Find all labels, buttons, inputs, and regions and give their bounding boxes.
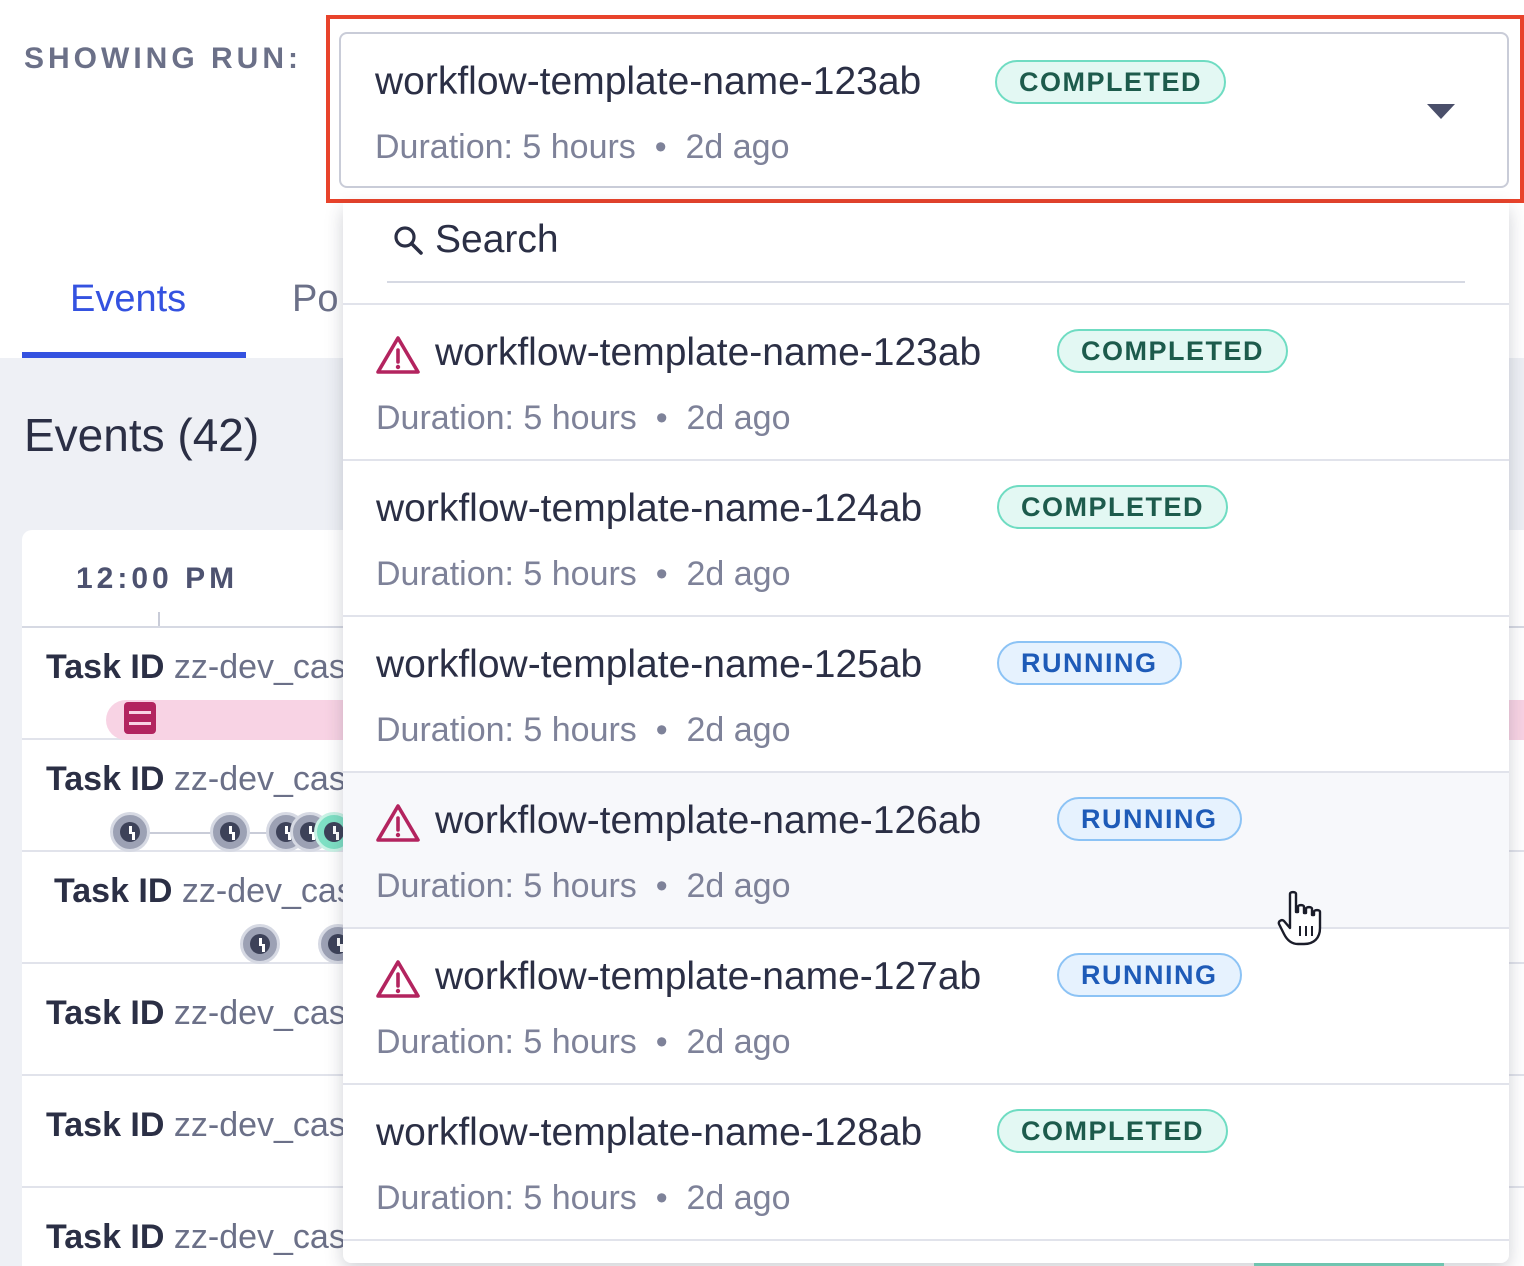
clock-icon[interactable] [240, 924, 280, 964]
run-option-name: workflow-template-name-127ab [435, 955, 982, 998]
run-option[interactable]: workflow-template-name-127ab RUNNING Dur… [343, 929, 1509, 1085]
run-option-meta: Duration: 5 hours • 2d ago [376, 1023, 791, 1061]
task-id-value: zz-dev_cas [164, 760, 346, 798]
run-option-name: workflow-template-name-128ab [376, 1111, 923, 1154]
run-option-name: workflow-template-name-126ab [435, 799, 982, 842]
run-dropdown: workflow-template-name-123ab COMPLETED D… [343, 203, 1509, 1263]
run-option-meta: Duration: 5 hours • 2d ago [376, 867, 791, 905]
chevron-down-icon[interactable] [1427, 104, 1455, 119]
selected-run-status-badge: COMPLETED [995, 60, 1227, 104]
tab-events[interactable]: Events [70, 278, 186, 321]
task-id-label: Task ID [54, 872, 173, 910]
tab-second[interactable]: Po [292, 278, 338, 321]
task-label: Task ID zz-dev_cas [54, 872, 354, 911]
run-option-meta: Duration: 5 hours • 2d ago [376, 555, 791, 593]
clock-icon[interactable] [110, 812, 150, 852]
run-option[interactable]: workflow-template-name-128ab COMPLETED D… [343, 1085, 1509, 1241]
run-status-badge: COMPLETED [1057, 329, 1289, 373]
events-title: Events (42) [24, 409, 260, 461]
run-option[interactable]: workflow-template-name-123ab COMPLETED D… [343, 305, 1509, 461]
task-id-label: Task ID [46, 760, 165, 798]
server-icon [124, 702, 156, 734]
run-option[interactable]: workflow-template-name-125ab RUNNING Dur… [343, 617, 1509, 773]
run-status-badge: COMPLETED [997, 485, 1229, 529]
search-icon [394, 226, 423, 255]
task-label: Task ID zz-dev_cas [46, 1106, 346, 1145]
task-id-value: zz-dev_cas [172, 872, 354, 910]
task-id-value: zz-dev_cas [164, 1106, 346, 1144]
task-id-label: Task ID [46, 648, 165, 686]
search-input[interactable] [435, 215, 1435, 265]
run-status-badge: RUNNING [1057, 953, 1242, 997]
task-label: Task ID zz-dev_cas [46, 994, 346, 1033]
run-option[interactable]: workflow-template-name-124ab COMPLETED D… [343, 461, 1509, 617]
time-label: 12:00 PM [76, 562, 239, 595]
task-id-label: Task ID [46, 1218, 165, 1256]
warning-icon [376, 804, 420, 842]
run-option-name: workflow-template-name-124ab [376, 487, 923, 530]
clock-icon[interactable] [210, 812, 250, 852]
run-option-name: workflow-template-name-125ab [376, 643, 923, 686]
run-option-meta: Duration: 5 hours • 2d ago [376, 399, 791, 437]
tabs: Events Po [0, 262, 340, 360]
run-status-badge: RUNNING [997, 641, 1182, 685]
task-id-label: Task ID [46, 1106, 165, 1144]
hand-cursor-icon [1277, 890, 1322, 946]
selected-run-name: workflow-template-name-123ab [375, 60, 922, 103]
run-option-meta: Duration: 5 hours • 2d ago [376, 711, 791, 749]
task-id-value: zz-dev_cas [164, 994, 346, 1032]
task-id-value: zz-dev_cas [164, 648, 346, 686]
run-option-name: workflow-template-name-123ab [435, 331, 982, 374]
warning-icon [376, 960, 420, 998]
task-label: Task ID zz-dev_cas [46, 648, 346, 687]
showing-run-label: SHOWING RUN: [24, 42, 302, 75]
run-select[interactable]: workflow-template-name-123ab COMPLETED D… [339, 32, 1509, 188]
warning-icon [376, 336, 420, 374]
run-option[interactable]: workflow-template-name-126ab RUNNING Dur… [343, 773, 1509, 929]
selected-run-meta: Duration: 5 hours • 2d ago [375, 128, 790, 166]
task-label: Task ID zz-dev_cas [46, 760, 346, 799]
run-option-meta: Duration: 5 hours • 2d ago [376, 1179, 791, 1217]
run-status-badge: RUNNING [1057, 797, 1242, 841]
task-id-label: Task ID [46, 994, 165, 1032]
task-id-value: zz-dev_cas [164, 1218, 346, 1256]
run-status-badge: COMPLETED [997, 1109, 1229, 1153]
task-label: Task ID zz-dev_cas [46, 1218, 346, 1257]
search-field[interactable] [387, 203, 1465, 283]
